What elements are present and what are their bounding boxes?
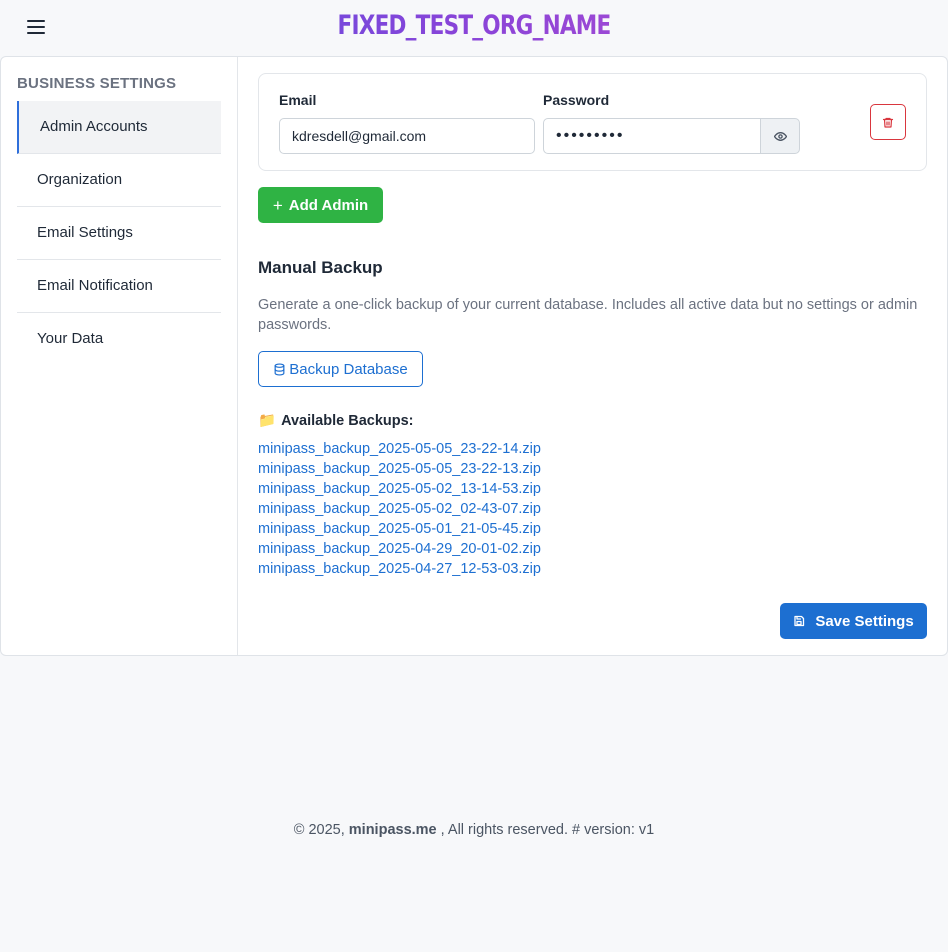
manual-backup-title: Manual Backup xyxy=(258,258,383,277)
backup-file-link[interactable]: minipass_backup_2025-05-01_21-05-45.zip xyxy=(258,519,541,539)
database-icon xyxy=(274,362,285,376)
backup-description: Generate a one-click backup of your curr… xyxy=(258,297,918,333)
password-field[interactable]: ••••••••• xyxy=(543,118,761,154)
settings-card: BUSINESS SETTINGS Admin Accounts Organiz… xyxy=(0,56,948,656)
sidebar-nav: Admin Accounts Organization Email Settin… xyxy=(17,101,221,366)
email-label: Email xyxy=(279,92,317,108)
footer-rights: , All rights reserved. # version: v1 xyxy=(440,822,655,838)
save-settings-button[interactable]: Save Settings xyxy=(780,603,927,639)
backup-database-button[interactable]: Backup Database xyxy=(258,351,423,387)
org-name: FIXED_TEST_ORG_NAME xyxy=(95,10,853,41)
show-password-button[interactable] xyxy=(760,118,800,154)
password-label: Password xyxy=(543,92,610,108)
backup-database-label: Backup Database xyxy=(289,360,408,378)
backup-list: minipass_backup_2025-05-05_23-22-14.zip … xyxy=(258,439,541,579)
available-backups-heading: 📁 Available Backups: xyxy=(258,412,414,429)
save-settings-label: Save Settings xyxy=(815,612,914,630)
sidebar-item-email-settings[interactable]: Email Settings xyxy=(17,207,221,260)
main-content: Email Password kdresdell@gmail.com •••••… xyxy=(238,57,948,655)
backup-file-link[interactable]: minipass_backup_2025-04-29_20-01-02.zip xyxy=(258,539,541,559)
sidebar: BUSINESS SETTINGS Admin Accounts Organiz… xyxy=(1,57,238,655)
backup-file-link[interactable]: minipass_backup_2025-05-02_02-43-07.zip xyxy=(258,499,541,519)
save-icon xyxy=(794,615,805,627)
backup-file-link[interactable]: minipass_backup_2025-04-27_12-53-03.zip xyxy=(258,559,541,579)
sidebar-item-email-notification[interactable]: Email Notification xyxy=(17,260,221,313)
footer-copyright: © 2025, xyxy=(293,822,345,838)
sidebar-title: BUSINESS SETTINGS xyxy=(17,75,177,92)
footer-brand-link[interactable]: minipass.me xyxy=(349,822,437,838)
backup-file-link[interactable]: minipass_backup_2025-05-05_23-22-13.zip xyxy=(258,459,541,479)
email-field[interactable]: kdresdell@gmail.com xyxy=(279,118,535,154)
sidebar-item-organization[interactable]: Organization xyxy=(17,154,221,207)
available-backups-label: Available Backups: xyxy=(281,413,414,429)
plus-icon: + xyxy=(272,195,283,215)
delete-admin-button[interactable] xyxy=(870,104,906,140)
sidebar-item-your-data[interactable]: Your Data xyxy=(17,313,221,366)
password-group: ••••••••• xyxy=(543,118,800,154)
sidebar-item-admin-accounts[interactable]: Admin Accounts xyxy=(17,101,221,154)
admin-account-row: Email Password kdresdell@gmail.com •••••… xyxy=(258,73,927,171)
menu-icon[interactable] xyxy=(27,20,45,36)
folder-icon: 📁 xyxy=(258,413,277,429)
backup-file-link[interactable]: minipass_backup_2025-05-02_13-14-53.zip xyxy=(258,479,541,499)
backup-file-link[interactable]: minipass_backup_2025-05-05_23-22-14.zip xyxy=(258,439,541,459)
footer: © 2025, minipass.me , All rights reserve… xyxy=(0,822,948,838)
eye-icon xyxy=(773,131,787,141)
add-admin-button[interactable]: + Add Admin xyxy=(258,187,383,223)
add-admin-label: Add Admin xyxy=(288,196,369,214)
top-bar: FIXED_TEST_ORG_NAME xyxy=(0,0,948,56)
trash-icon xyxy=(882,117,894,128)
